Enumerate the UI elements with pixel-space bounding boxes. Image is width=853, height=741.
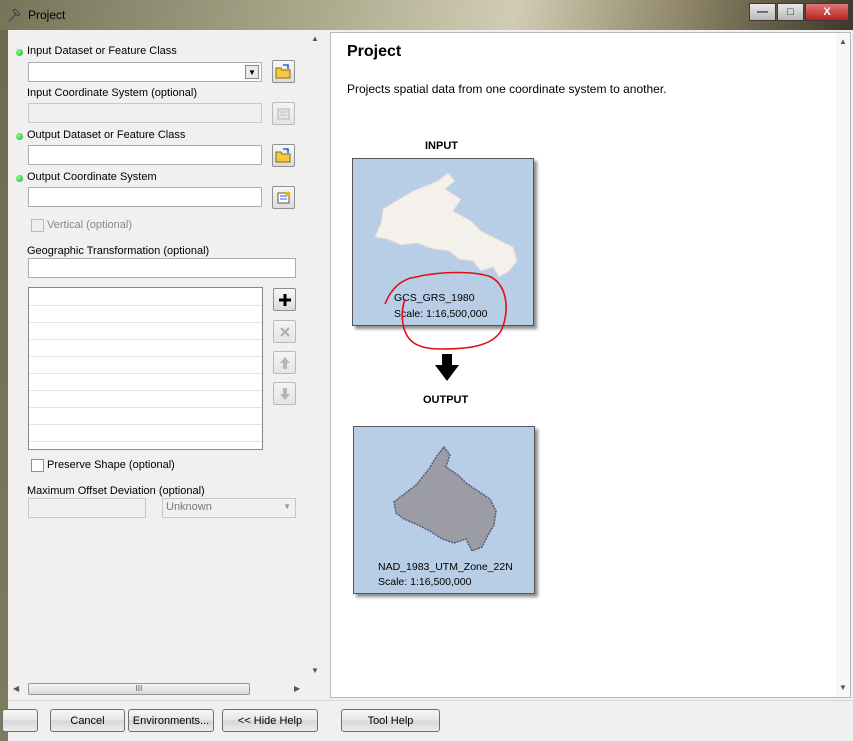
- max-offset-field: [28, 498, 146, 518]
- help-description: Projects spatial data from one coordinat…: [347, 82, 667, 96]
- arrow-up-icon: [279, 356, 290, 369]
- input-coord-properties-button: [272, 102, 295, 125]
- output-map-illustration: NAD_1983_UTM_Zone_22N Scale: 1:16,500,00…: [353, 426, 535, 594]
- offset-unit-select: Unknown ▼: [162, 498, 296, 518]
- title-bar: Project — □ X: [0, 0, 853, 30]
- plus-icon: [278, 293, 291, 306]
- ok-button-partial[interactable]: [2, 709, 38, 732]
- move-down-button: [273, 382, 296, 405]
- input-coord-label: Input Coordinate System (optional): [27, 87, 197, 99]
- dropdown-arrow-icon: ▼: [283, 502, 291, 511]
- vertical-checkbox: [31, 219, 44, 232]
- add-row-button[interactable]: [273, 288, 296, 311]
- hide-help-button[interactable]: << Hide Help: [222, 709, 318, 732]
- maximize-button[interactable]: □: [777, 3, 804, 21]
- dialog-body: Input Dataset or Feature Class ▼ Input C…: [2, 30, 853, 741]
- hammer-icon: [8, 8, 21, 22]
- input-dataset-combobox[interactable]: ▼: [28, 62, 262, 82]
- input-caption: INPUT: [425, 140, 458, 152]
- scroll-right-arrow-icon[interactable]: ▶: [294, 684, 300, 693]
- output-coord-field[interactable]: [28, 187, 262, 207]
- tool-help-button[interactable]: Tool Help: [341, 709, 440, 732]
- parameters-vertical-scrollbar[interactable]: ▲ ▼: [306, 30, 323, 678]
- delete-row-button: [273, 320, 296, 343]
- geo-transform-label: Geographic Transformation (optional): [27, 245, 210, 257]
- window-title: Project: [28, 8, 66, 22]
- properties-icon: [277, 108, 289, 120]
- browse-output-button[interactable]: [272, 144, 295, 167]
- scroll-down-arrow-icon[interactable]: ▼: [839, 683, 847, 692]
- output-scale-text: Scale: 1:16,500,000: [378, 576, 472, 588]
- vertical-label: Vertical (optional): [47, 219, 132, 231]
- help-title: Project: [347, 43, 402, 60]
- browse-input-button[interactable]: [272, 60, 295, 83]
- close-button[interactable]: X: [805, 3, 849, 21]
- button-bar: Cancel Environments... << Hide Help Tool…: [2, 700, 853, 741]
- red-circle-annotation: [384, 271, 507, 350]
- input-coord-field: [28, 103, 262, 123]
- open-folder-icon: [275, 64, 291, 79]
- max-offset-label: Maximum Offset Deviation (optional): [27, 485, 205, 497]
- properties-icon: [277, 191, 290, 204]
- scroll-left-arrow-icon[interactable]: ◀: [13, 684, 19, 693]
- required-dot-icon: [16, 49, 23, 56]
- transformations-list[interactable]: [28, 287, 263, 450]
- delete-x-icon: [279, 326, 290, 337]
- output-crs-text: NAD_1983_UTM_Zone_22N: [378, 561, 513, 573]
- output-dataset-field[interactable]: [28, 145, 262, 165]
- help-vertical-scrollbar[interactable]: ▲ ▼: [836, 33, 850, 697]
- required-dot-icon: [16, 133, 23, 140]
- geo-transform-field[interactable]: [28, 258, 296, 278]
- output-coord-label: Output Coordinate System: [27, 171, 157, 183]
- output-caption: OUTPUT: [423, 394, 469, 406]
- scroll-down-arrow-icon[interactable]: ▼: [311, 666, 319, 675]
- cancel-button[interactable]: Cancel: [50, 709, 125, 732]
- environments-button[interactable]: Environments...: [128, 709, 214, 732]
- arrow-down-icon: [279, 387, 290, 400]
- preserve-shape-label: Preserve Shape (optional): [47, 459, 175, 471]
- parameters-pane: Input Dataset or Feature Class ▼ Input C…: [8, 30, 324, 698]
- horizontal-scroll-thumb[interactable]: III: [28, 683, 250, 695]
- open-folder-icon: [275, 148, 291, 163]
- down-arrow-icon: [435, 354, 459, 381]
- output-coord-properties-button[interactable]: [272, 186, 295, 209]
- scroll-up-arrow-icon[interactable]: ▲: [839, 37, 847, 46]
- dropdown-arrow-icon[interactable]: ▼: [245, 65, 259, 79]
- minimize-button[interactable]: —: [749, 3, 776, 21]
- output-dataset-label: Output Dataset or Feature Class: [27, 129, 186, 141]
- input-dataset-label: Input Dataset or Feature Class: [27, 45, 177, 57]
- scroll-up-arrow-icon[interactable]: ▲: [311, 34, 319, 43]
- preserve-shape-checkbox[interactable]: [31, 459, 44, 472]
- required-dot-icon: [16, 175, 23, 182]
- offset-unit-value: Unknown: [166, 501, 212, 513]
- move-up-button: [273, 351, 296, 374]
- help-pane: Project Projects spatial data from one c…: [330, 32, 851, 698]
- parameters-horizontal-scrollbar[interactable]: ◀ III ▶: [8, 680, 306, 697]
